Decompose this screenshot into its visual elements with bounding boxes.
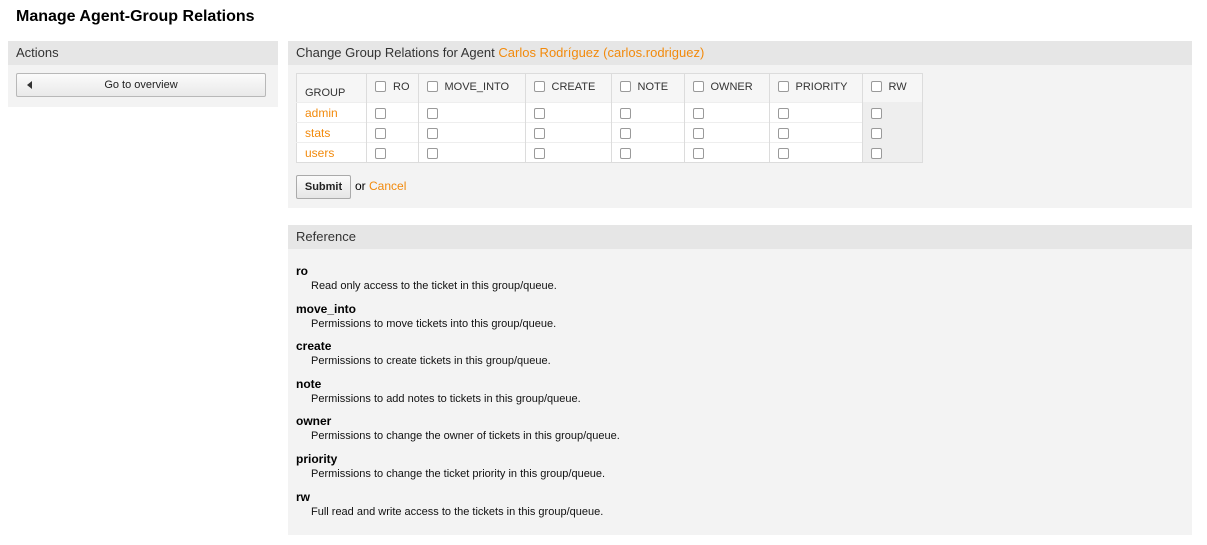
group-link-admin[interactable]: admin	[305, 106, 338, 120]
stats-rw-checkbox[interactable]	[870, 127, 882, 139]
reference-term: ro	[296, 264, 308, 278]
group-link-users[interactable]: users	[305, 146, 334, 160]
reference-term: rw	[296, 489, 311, 504]
reference-item: rw Full read and write access to the tic…	[296, 490, 620, 528]
admin-ro-checkbox[interactable]	[375, 107, 386, 119]
reference-item: ro Read only access to the ticket in thi…	[296, 264, 620, 302]
agent-link[interactable]: Carlos Rodríguez (carlos.rodriguez)	[498, 45, 704, 60]
column-header-move-into-label: MOVE_INTO	[444, 80, 510, 93]
group-link-stats[interactable]: stats	[305, 126, 330, 140]
column-header-ro: RO	[366, 73, 419, 103]
reference-term: move_into	[296, 301, 357, 316]
column-header-rw: RW	[862, 73, 923, 103]
reference-description: Permissions to change the ticket priorit…	[311, 467, 606, 480]
relations-header-prefix: Change Group Relations for Agent	[296, 45, 495, 60]
stats-create-checkbox[interactable]	[533, 127, 545, 139]
group-cell: stats	[296, 122, 367, 143]
stats-move-into-checkbox[interactable]	[426, 127, 438, 139]
reference-description: Permissions to add notes to tickets in t…	[311, 392, 581, 405]
group-cell: admin	[296, 102, 367, 123]
reference-header: Reference	[288, 225, 1192, 249]
table-header-row: GROUP RO MOVE_INTO CREATE NOTE OWNER PRI…	[296, 73, 923, 103]
column-header-group: GROUP	[296, 73, 367, 103]
admin-note-checkbox[interactable]	[619, 107, 631, 119]
reference-panel: Reference ro Read only access to the tic…	[288, 225, 1192, 535]
column-header-priority-label: PRIORITY	[795, 80, 848, 93]
column-header-owner: OWNER	[684, 73, 770, 103]
users-owner-checkbox[interactable]	[692, 147, 704, 159]
table-row: admin	[296, 102, 923, 123]
column-header-create: CREATE	[525, 73, 612, 103]
stats-note-checkbox[interactable]	[619, 127, 631, 139]
select-all-create-checkbox[interactable]	[533, 81, 545, 93]
select-all-owner-checkbox[interactable]	[692, 81, 704, 93]
table-row: stats	[296, 122, 923, 143]
users-rw-checkbox[interactable]	[870, 147, 882, 159]
reference-description: Permissions to create tickets in this gr…	[311, 355, 551, 368]
select-all-rw-checkbox[interactable]	[870, 81, 882, 93]
actions-header: Actions	[8, 41, 278, 65]
users-ro-checkbox[interactable]	[375, 147, 386, 159]
table-row: users	[296, 142, 923, 163]
column-header-move-into: MOVE_INTO	[418, 73, 526, 103]
reference-item: note Permissions to add notes to tickets…	[296, 377, 620, 415]
group-cell: users	[296, 142, 367, 163]
users-move-into-checkbox[interactable]	[426, 147, 438, 159]
page-title: Manage Agent-Group Relations	[16, 8, 255, 25]
permissions-table: GROUP RO MOVE_INTO CREATE NOTE OWNER PRI…	[296, 73, 923, 163]
column-header-rw-label: RW	[888, 80, 907, 93]
reference-description: Read only access to the ticket in this g…	[311, 280, 557, 292]
users-note-checkbox[interactable]	[619, 147, 631, 159]
admin-owner-checkbox[interactable]	[692, 107, 704, 119]
reference-item: move_into Permissions to move tickets in…	[296, 302, 620, 340]
reference-description: Full read and write access to the ticket…	[311, 505, 604, 518]
relations-header: Change Group Relations for Agent Carlos …	[288, 41, 1192, 65]
column-header-note: NOTE	[611, 73, 685, 103]
reference-item: owner Permissions to change the owner of…	[296, 414, 620, 452]
select-all-priority-checkbox[interactable]	[777, 81, 789, 93]
stats-owner-checkbox[interactable]	[692, 127, 704, 139]
admin-priority-checkbox[interactable]	[777, 107, 789, 119]
admin-move-into-checkbox[interactable]	[426, 107, 438, 119]
users-priority-checkbox[interactable]	[777, 147, 789, 159]
stats-priority-checkbox[interactable]	[777, 127, 789, 139]
reference-term: owner	[296, 414, 332, 429]
reference-item: create Permissions to create tickets in …	[296, 339, 620, 377]
reference-term: note	[296, 376, 322, 391]
column-header-owner-label: OWNER	[710, 80, 753, 93]
submit-button[interactable]: Submit	[296, 175, 351, 199]
reference-term: priority	[296, 451, 338, 466]
admin-create-checkbox[interactable]	[533, 107, 545, 119]
select-all-note-checkbox[interactable]	[619, 81, 631, 93]
users-create-checkbox[interactable]	[533, 147, 545, 159]
column-header-priority: PRIORITY	[769, 73, 863, 103]
triangle-left-icon	[27, 81, 32, 89]
stats-ro-checkbox[interactable]	[375, 127, 386, 139]
column-header-create-label: CREATE	[551, 80, 596, 93]
actions-sidebar: Actions Go to overview	[8, 41, 278, 107]
go-to-overview-label: Go to overview	[104, 79, 178, 91]
reference-description: Permissions to change the owner of ticke…	[311, 430, 620, 443]
go-to-overview-button[interactable]: Go to overview	[16, 73, 266, 97]
select-all-ro-checkbox[interactable]	[375, 81, 386, 93]
cancel-link[interactable]: Cancel	[369, 179, 406, 193]
reference-item: priority Permissions to change the ticke…	[296, 452, 620, 490]
column-header-note-label: NOTE	[637, 80, 669, 93]
select-all-move-into-checkbox[interactable]	[426, 81, 438, 93]
reference-term: create	[296, 339, 332, 354]
column-header-ro-label: RO	[393, 80, 410, 93]
group-relations-panel: Change Group Relations for Agent Carlos …	[288, 41, 1192, 208]
or-text: or	[355, 179, 366, 193]
reference-description: Permissions to move tickets into this gr…	[311, 317, 557, 330]
admin-rw-checkbox[interactable]	[870, 107, 882, 119]
reference-list: ro Read only access to the ticket in thi…	[296, 264, 620, 527]
